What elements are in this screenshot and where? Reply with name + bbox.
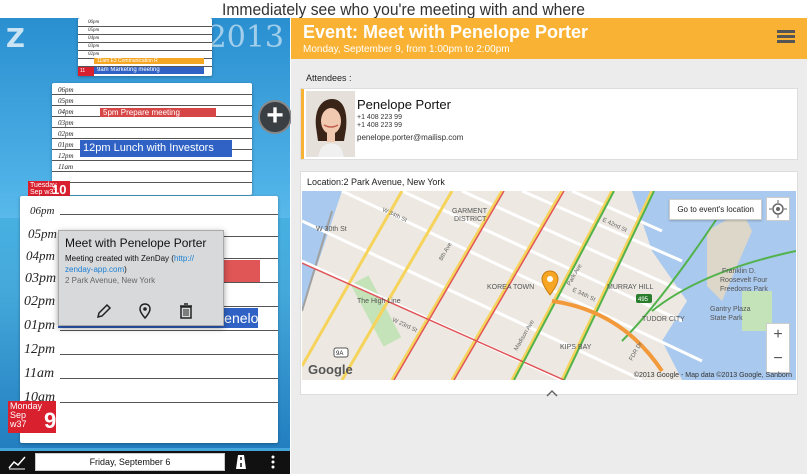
hour-label: 05pm <box>28 226 57 241</box>
date-field[interactable]: Friday, September 6 <box>35 453 225 471</box>
svg-text:495: 495 <box>638 297 649 303</box>
card-accent <box>301 89 304 159</box>
hour-label: 04pm <box>26 248 55 263</box>
avatar <box>306 91 355 157</box>
svg-text:DISTRICT: DISTRICT <box>454 216 487 223</box>
svg-text:KIPS BAY: KIPS BAY <box>560 344 592 351</box>
svg-text:Freedoms Park: Freedoms Park <box>720 286 768 293</box>
road-view-icon[interactable] <box>232 454 250 470</box>
svg-text:Roosevelt Four: Roosevelt Four <box>720 277 768 284</box>
zoom-in-button[interactable]: + <box>767 324 789 348</box>
svg-text:KOREA TOWN: KOREA TOWN <box>487 284 534 291</box>
hour-label: 02pm <box>88 52 100 57</box>
attendees-label: Attendees : <box>306 73 352 83</box>
svg-text:Gantry Plaza: Gantry Plaza <box>710 306 751 313</box>
day-number: 10 <box>52 182 67 197</box>
attendee-name: Penelope Porter <box>357 97 451 112</box>
popup-desc-suffix: ) <box>124 265 127 274</box>
hour-label: 12pm <box>24 342 56 357</box>
calendar-panel[interactable]: Z 2013 06pm 05pm 04pm 03pm 02pm 11am E3 … <box>0 18 290 474</box>
hour-label: 12pm <box>58 152 74 160</box>
hour-label: 06pm <box>88 20 100 25</box>
calendar-event[interactable]: 5pm Prepare meeting <box>100 108 216 117</box>
hour-label: 11am <box>58 163 74 171</box>
day-page-tuesday[interactable]: 06pm 05pm 04pm 03pm 02pm 01pm 12pm 11am … <box>28 83 252 197</box>
event-title: Event: Meet with Penelope Porter <box>303 22 589 42</box>
svg-text:TUDOR CITY: TUDOR CITY <box>642 316 685 323</box>
google-logo: Google <box>308 362 353 377</box>
hour-label: 01pm <box>24 318 56 333</box>
hour-label: 02pm <box>58 130 74 138</box>
trend-chart-icon[interactable] <box>8 454 26 470</box>
zenday-logo-icon[interactable]: Z <box>6 24 25 54</box>
map-view[interactable]: W 30th St GARMENT DISTRICT KOREA TOWN MUR… <box>302 191 796 380</box>
calendar-bottom-bar: Friday, September 6 <box>0 451 290 474</box>
hour-label: 03pm <box>88 44 100 49</box>
event-popup[interactable]: Meet with Penelope Porter Meeting create… <box>58 230 224 326</box>
year-label: 2013 <box>207 20 284 55</box>
trash-icon[interactable] <box>177 302 195 320</box>
hour-label: 06pm <box>30 205 55 217</box>
popup-address: 2 Park Avenue, New York <box>65 276 156 285</box>
add-event-button[interactable]: + <box>258 100 292 134</box>
zoom-out-button[interactable]: − <box>767 348 789 372</box>
hour-label: 01pm <box>58 141 74 149</box>
location-box: Location:2 Park Avenue, New York W 30th … <box>300 171 798 397</box>
location-label: Location:2 Park Avenue, New York <box>307 177 445 187</box>
location-pin-icon[interactable] <box>136 302 154 320</box>
svg-text:State Park: State Park <box>710 315 743 322</box>
svg-text:W 30th St: W 30th St <box>316 226 347 233</box>
go-to-location-button[interactable]: Go to event's location <box>669 199 762 220</box>
hour-label: 05pm <box>58 97 74 105</box>
menu-icon[interactable] <box>777 30 795 44</box>
day-number: 9 <box>44 408 57 433</box>
hour-label: 04pm <box>88 36 100 41</box>
svg-text:GARMENT: GARMENT <box>452 208 488 215</box>
svg-text:MURRAY HILL: MURRAY HILL <box>607 284 654 291</box>
svg-text:9A: 9A <box>336 351 343 357</box>
popup-title: Meet with Penelope Porter <box>65 236 207 250</box>
attendee-phone[interactable]: +1 408 223 99 <box>357 114 402 121</box>
event-detail-panel: Event: Meet with Penelope Porter Monday,… <box>291 18 807 474</box>
promo-caption: Immediately see who you're meeting with … <box>222 0 585 19</box>
hour-label: 04pm <box>58 108 74 116</box>
popup-actions <box>95 302 195 320</box>
svg-text:The High Line: The High Line <box>357 298 401 305</box>
calendar-event[interactable]: 12pm Lunch with Investors <box>80 140 232 157</box>
day-number: 11 <box>80 68 86 74</box>
overflow-menu-icon[interactable] <box>268 453 278 471</box>
calendar-event[interactable]: 9am Marketing meeting <box>94 67 204 74</box>
edit-pencil-icon[interactable] <box>95 302 113 320</box>
attendee-card[interactable]: Penelope Porter +1 408 223 99 +1 408 223… <box>300 88 798 160</box>
calendar-event[interactable]: 11am E3 Communication R <box>94 58 204 64</box>
hour-label: 06pm <box>58 86 74 94</box>
day-page-wednesday[interactable]: 06pm 05pm 04pm 03pm 02pm 11am E3 Communi… <box>78 18 212 76</box>
day-badge[interactable]: 11 <box>78 67 94 76</box>
svg-text:Franklin D.: Franklin D. <box>722 268 756 275</box>
attendee-phone[interactable]: +1 408 223 99 <box>357 122 402 129</box>
popup-desc-prefix: Meeting created with ZenDay ( <box>65 254 174 263</box>
event-time: Monday, September 9, from 1:00pm to 2:00… <box>303 44 510 55</box>
map-credit: ©2013 Google - Map data ©2013 Google, Sa… <box>633 372 792 379</box>
hour-label: 03pm <box>58 119 74 127</box>
attendee-email[interactable]: penelope.porter@mailisp.com <box>357 133 463 142</box>
popup-description: Meeting created with ZenDay (http:// zen… <box>65 253 217 275</box>
chevron-up-icon[interactable] <box>546 384 558 397</box>
my-location-icon[interactable] <box>766 197 790 221</box>
hour-label: 05pm <box>88 28 100 33</box>
event-header: Event: Meet with Penelope Porter Monday,… <box>291 18 807 59</box>
hour-label: 02pm <box>24 294 56 309</box>
hour-label: 11am <box>24 366 55 381</box>
app-frame: Immediately see who you're meeting with … <box>0 0 807 474</box>
calendar-event-block[interactable] <box>220 260 260 282</box>
hour-label: 03pm <box>25 271 57 286</box>
zoom-controls: + − <box>766 323 790 373</box>
